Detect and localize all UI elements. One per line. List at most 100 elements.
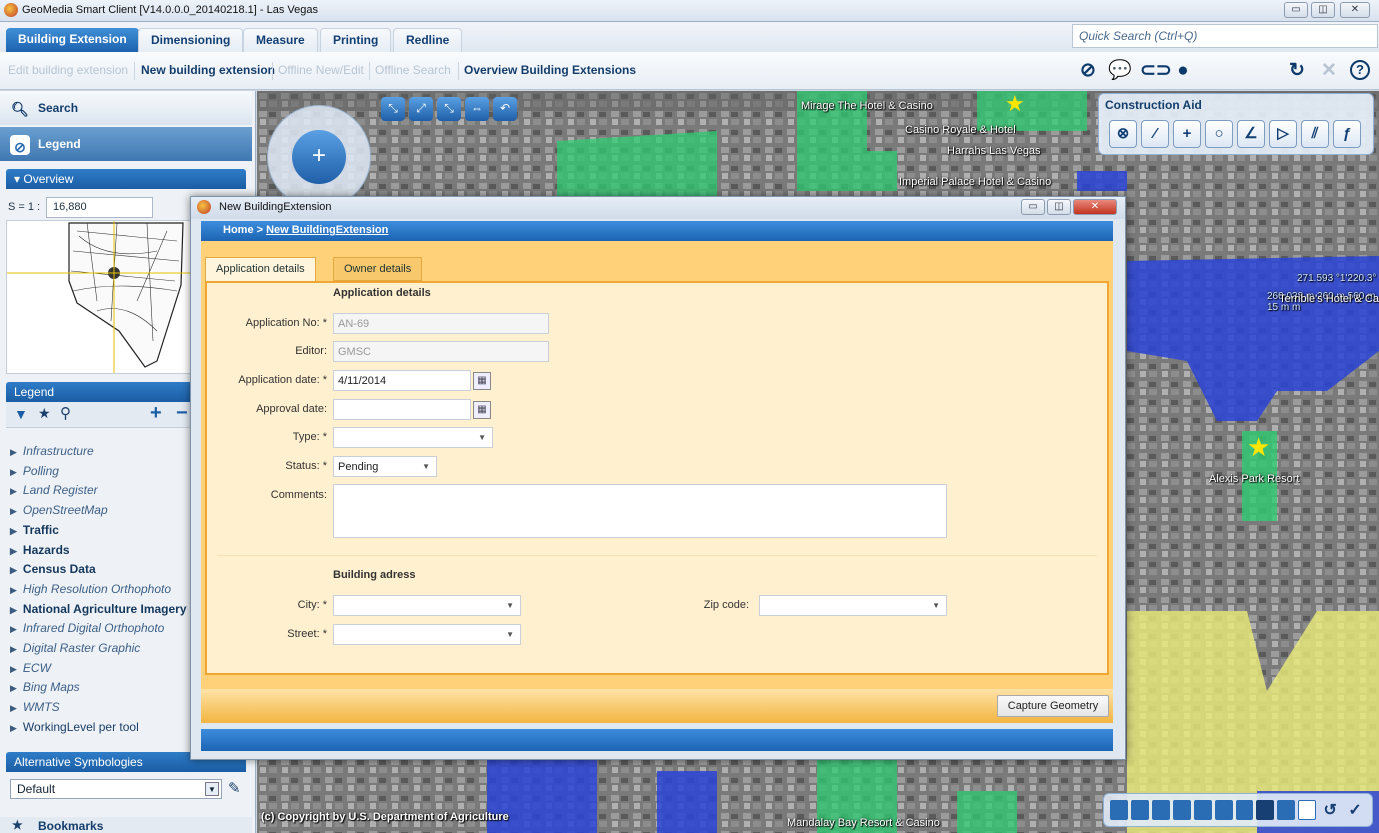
point-icon[interactable]: +	[1173, 120, 1201, 148]
zoom-extent-icon[interactable]: ⇔	[465, 97, 489, 121]
pan-navigation-ring[interactable]: +	[267, 105, 371, 209]
favorite-star-icon[interactable]: ★	[38, 405, 51, 422]
offline-search-button[interactable]: Offline Search	[375, 63, 451, 77]
overview-building-extensions-button[interactable]: Overview Building Extensions	[464, 63, 636, 77]
tab-printing[interactable]: Printing	[320, 28, 392, 52]
help-icon[interactable]: ?	[1350, 60, 1370, 80]
calendar-icon[interactable]: ▦	[473, 401, 491, 419]
breadcrumb-home[interactable]: Home >	[223, 224, 263, 236]
link-icon[interactable]: ⊂⊃	[1140, 60, 1172, 82]
tool-icon[interactable]	[1277, 800, 1296, 820]
expand-arrow-icon[interactable]: ▶	[10, 565, 17, 575]
minimize-button[interactable]: ▭	[1284, 2, 1308, 18]
confirm-check-icon[interactable]: ✓	[1344, 800, 1366, 820]
document-icon[interactable]	[1298, 800, 1317, 820]
expand-arrow-icon[interactable]: ▶	[10, 644, 17, 654]
symbology-select[interactable]: Default ▼	[10, 779, 222, 799]
layer-item[interactable]: ▶ WMTS	[10, 700, 60, 714]
maximize-button[interactable]: ◫	[1311, 2, 1335, 18]
snap-off-icon[interactable]: ⊗	[1109, 120, 1137, 148]
zoom-in-icon[interactable]: +	[292, 130, 346, 184]
tab-dimensioning[interactable]: Dimensioning	[138, 28, 244, 52]
shuffle-icon[interactable]: ✕	[1318, 60, 1340, 82]
angle-line-icon[interactable]: ∠	[1237, 120, 1265, 148]
overview-section-header[interactable]: ▾ Overview	[6, 169, 246, 189]
application-date-field[interactable]: 4/11/2014	[333, 370, 471, 391]
approval-date-field[interactable]	[333, 399, 471, 420]
layer-item[interactable]: ▶ OpenStreetMap	[10, 503, 108, 517]
tab-application-details[interactable]: Application details	[205, 257, 316, 281]
tab-measure[interactable]: Measure	[243, 28, 318, 52]
expand-arrow-icon[interactable]: ▶	[10, 624, 17, 634]
zoom-minus-icon[interactable]: ⤡	[437, 97, 461, 121]
tool-icon[interactable]	[1214, 800, 1233, 820]
circle-icon[interactable]: ○	[1205, 120, 1233, 148]
layer-item[interactable]: ▶ Infrastructure	[10, 444, 94, 458]
capture-geometry-button[interactable]: Capture Geometry	[997, 695, 1109, 717]
legend-panel-header[interactable]: ⊘ Legend	[0, 127, 252, 161]
zoom-box-icon[interactable]: ⤡	[381, 97, 405, 121]
parallel-icon[interactable]: ⫽	[1301, 120, 1329, 148]
calendar-icon[interactable]: ▦	[473, 372, 491, 390]
status-select[interactable]: Pending	[333, 456, 437, 477]
tool-icon[interactable]	[1235, 800, 1254, 820]
application-no-field[interactable]: AN-69	[333, 313, 549, 334]
line-icon[interactable]: ⁄	[1141, 120, 1169, 148]
tool-icon[interactable]	[1193, 800, 1212, 820]
bookmarks-header[interactable]: ★ Bookmarks	[0, 817, 252, 833]
tool-icon[interactable]	[1130, 800, 1149, 820]
function-icon[interactable]: ƒ	[1333, 120, 1361, 148]
comments-textarea[interactable]	[333, 484, 947, 538]
editor-field[interactable]: GMSC	[333, 341, 549, 362]
expand-arrow-icon[interactable]: ▶	[10, 546, 17, 556]
expand-arrow-icon[interactable]: ▶	[10, 605, 17, 615]
city-select[interactable]	[333, 595, 521, 616]
tab-redline[interactable]: Redline	[393, 28, 463, 52]
edit-pencil-icon[interactable]: ✎	[228, 779, 241, 797]
cancel-icon[interactable]: ⊘	[1077, 60, 1099, 82]
find-icon[interactable]: ⚲	[60, 404, 71, 422]
filter-icon[interactable]: ▼	[14, 406, 28, 422]
location-icon[interactable]: ●	[1172, 60, 1194, 82]
scale-input[interactable]: 16,880	[46, 197, 153, 218]
dialog-maximize-button[interactable]: ◫	[1047, 199, 1071, 215]
edit-building-extension-button[interactable]: Edit building extension	[8, 63, 128, 77]
layer-item[interactable]: ▶ Polling	[10, 464, 59, 478]
expand-arrow-icon[interactable]: ▶	[10, 467, 17, 477]
breadcrumb-current[interactable]: New BuildingExtension	[266, 224, 388, 236]
zoom-previous-icon[interactable]: ↶	[493, 97, 517, 121]
expand-arrow-icon[interactable]: ▶	[10, 664, 17, 674]
layer-item[interactable]: ▶ WorkingLevel per tool	[10, 720, 139, 734]
layer-item[interactable]: ▶ National Agriculture Imagery	[10, 602, 187, 616]
new-building-extension-button[interactable]: New building extension	[141, 63, 275, 77]
refresh-icon[interactable]: ↻	[1286, 60, 1308, 82]
dialog-close-button[interactable]: ✕	[1073, 199, 1117, 215]
close-button[interactable]: ✕	[1340, 2, 1370, 18]
layer-item[interactable]: ▶ Traffic	[10, 523, 59, 537]
zip-code-select[interactable]	[759, 595, 947, 616]
comment-icon[interactable]: 💬	[1108, 60, 1132, 82]
expand-arrow-icon[interactable]: ▶	[10, 447, 17, 457]
remove-layer-icon[interactable]: −	[176, 402, 188, 425]
street-select[interactable]	[333, 624, 521, 645]
add-layer-icon[interactable]: +	[150, 402, 162, 425]
layer-item[interactable]: ▶ Infrared Digital Orthophoto	[10, 621, 164, 635]
expand-arrow-icon[interactable]: ▶	[10, 506, 17, 516]
tool-icon[interactable]	[1110, 800, 1128, 820]
expand-arrow-icon[interactable]: ▶	[10, 526, 17, 536]
layer-item[interactable]: ▶ Census Data	[10, 562, 96, 576]
type-select[interactable]	[333, 427, 493, 448]
expand-arrow-icon[interactable]: ▶	[10, 683, 17, 693]
layer-item[interactable]: ▶ ECW	[10, 661, 51, 675]
search-panel-header[interactable]: 🔍︎ Search	[0, 91, 252, 125]
legend-section-header[interactable]: Legend	[6, 382, 192, 402]
expand-arrow-icon[interactable]: ▶	[10, 703, 17, 713]
zoom-plus-icon[interactable]: ⤢	[409, 97, 433, 121]
tab-owner-details[interactable]: Owner details	[333, 257, 423, 281]
expand-arrow-icon[interactable]: ▶	[10, 723, 17, 733]
layer-item[interactable]: ▶ High Resolution Orthophoto	[10, 582, 171, 596]
tab-building-extension[interactable]: Building Extension	[6, 28, 139, 52]
expand-arrow-icon[interactable]: ▶	[10, 585, 17, 595]
layer-item[interactable]: ▶ Land Register	[10, 483, 98, 497]
layer-item[interactable]: ▶ Hazards	[10, 543, 70, 557]
